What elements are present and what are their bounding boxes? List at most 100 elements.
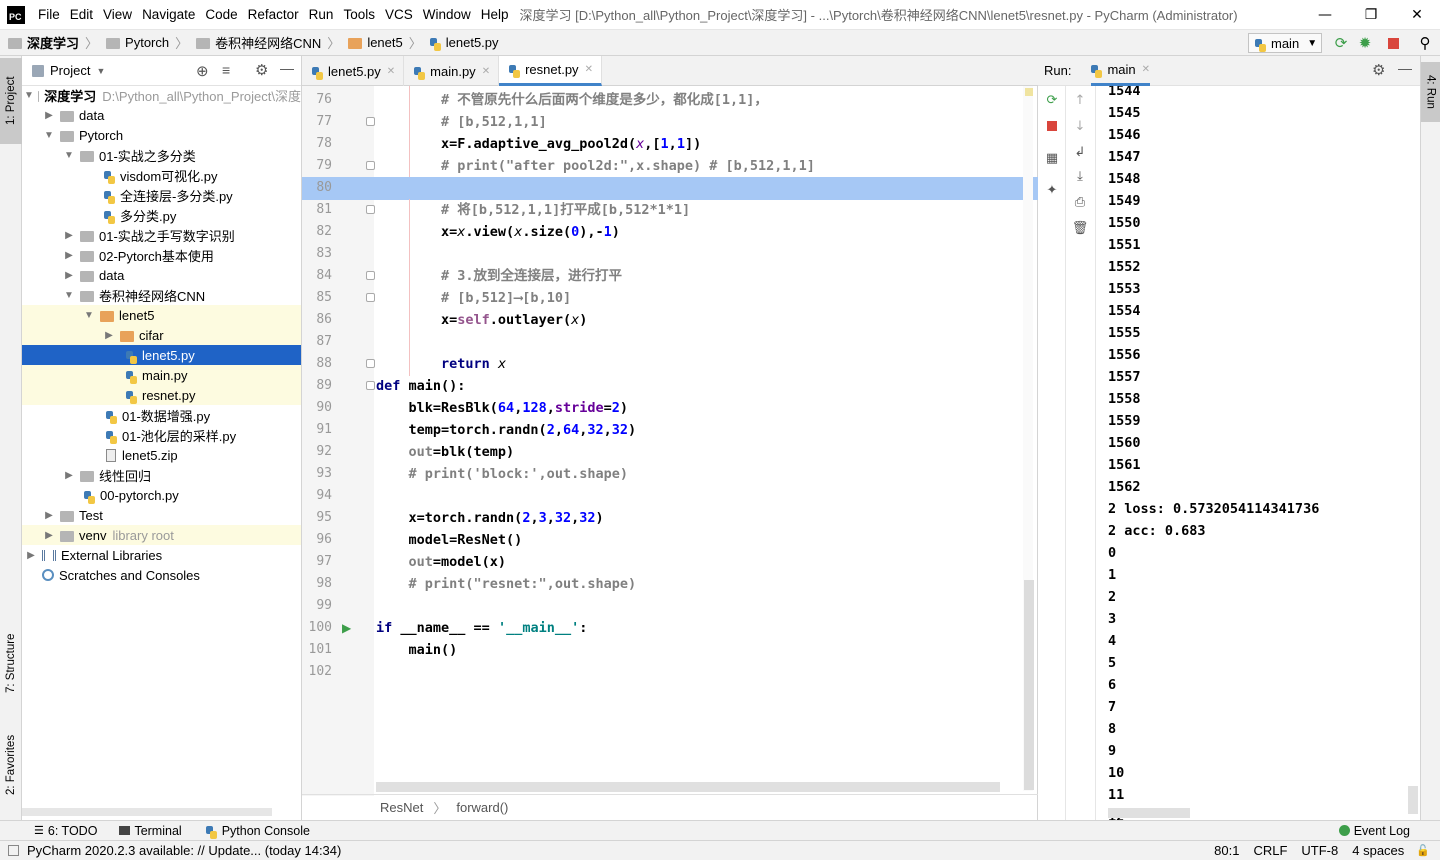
horizontal-scrollbar[interactable]: [1108, 808, 1190, 818]
tree-item-resnet-py[interactable]: resnet.py: [22, 385, 301, 405]
close-icon[interactable]: ✕: [482, 66, 490, 77]
tree-item-folder[interactable]: ▶ 线性回归: [22, 465, 301, 485]
todo-tab[interactable]: ☰ 6: TODO: [34, 824, 97, 838]
fold-marker[interactable]: [366, 381, 375, 390]
tree-item-test[interactable]: ▶ Test: [22, 505, 301, 525]
file-encoding[interactable]: UTF-8: [1301, 843, 1338, 858]
arrow-down-icon[interactable]: ↓: [1072, 118, 1088, 134]
tree-item-multiclass[interactable]: ▼ 01-实战之多分类: [22, 145, 301, 165]
vertical-scrollbar[interactable]: [1024, 580, 1034, 790]
breadcrumb-class[interactable]: ResNet: [380, 800, 423, 815]
tab-resnet-py[interactable]: resnet.py ✕: [499, 56, 602, 86]
tree-item-file[interactable]: 01-池化层的采样.py: [22, 425, 301, 445]
debug-icon[interactable]: ✹: [1356, 34, 1374, 52]
tree-item-project-root[interactable]: ▼ 深度学习 D:\Python_all\Python_Project\深度: [22, 85, 301, 105]
tree-item-data[interactable]: ▶ data: [22, 105, 301, 125]
structure-tool-tab[interactable]: 7: Structure: [0, 622, 22, 704]
tree-item-scratches[interactable]: Scratches and Consoles: [22, 565, 301, 585]
tree-item-external-libraries[interactable]: ▶ External Libraries: [22, 545, 301, 565]
menu-window[interactable]: Window: [418, 7, 476, 22]
tree-item-folder[interactable]: ▶ data: [22, 265, 301, 285]
menu-tools[interactable]: Tools: [338, 7, 380, 22]
restore-icon[interactable]: ❐: [1348, 0, 1394, 30]
arrow-up-icon[interactable]: ↑: [1072, 92, 1088, 108]
rerun-icon[interactable]: ⟳: [1332, 34, 1350, 52]
stop-icon[interactable]: [1044, 118, 1060, 134]
fold-marker[interactable]: [366, 205, 375, 214]
vertical-scrollbar[interactable]: [1408, 786, 1418, 814]
tree-item-lenet5[interactable]: ▼ lenet5: [22, 305, 301, 325]
chevron-down-icon[interactable]: ▼: [96, 66, 105, 76]
menu-help[interactable]: Help: [476, 7, 514, 22]
tree-item-folder[interactable]: ▶ 02-Pytorch基本使用: [22, 245, 301, 265]
lock-icon[interactable]: 🔓: [1416, 844, 1430, 857]
crumb-pytorch[interactable]: Pytorch 〉: [106, 33, 188, 52]
tree-item-file[interactable]: visdom可视化.py: [22, 165, 301, 185]
menu-refactor[interactable]: Refactor: [243, 7, 304, 22]
python-console-tab[interactable]: Python Console: [205, 824, 310, 839]
hide-icon[interactable]: —: [280, 60, 294, 76]
tree-item-cnn[interactable]: ▼ 卷积神经网络CNN: [22, 285, 301, 305]
fold-marker[interactable]: [366, 359, 375, 368]
crumb-root[interactable]: 深度学习 〉: [8, 33, 98, 52]
soft-wrap-icon[interactable]: ↲: [1072, 144, 1088, 160]
menu-code[interactable]: Code: [200, 7, 242, 22]
close-icon[interactable]: ✕: [585, 64, 593, 75]
horizontal-scrollbar[interactable]: [376, 782, 1000, 792]
menu-edit[interactable]: Edit: [65, 7, 98, 22]
fold-marker[interactable]: [366, 161, 375, 170]
project-tool-tab[interactable]: 1: Project: [0, 58, 22, 144]
locate-icon[interactable]: ⊕: [196, 62, 209, 80]
menu-vcs[interactable]: VCS: [380, 7, 418, 22]
tree-item-cifar[interactable]: ▶ cifar: [22, 325, 301, 345]
tree-item-file[interactable]: 00-pytorch.py: [22, 485, 301, 505]
layout-icon[interactable]: ▦: [1044, 150, 1060, 166]
scroll-to-end-icon[interactable]: ⤓: [1072, 168, 1088, 184]
menu-view[interactable]: View: [98, 7, 137, 22]
collapse-all-icon[interactable]: ≡: [222, 62, 230, 78]
tree-item-zip[interactable]: lenet5.zip: [22, 445, 301, 465]
indent-setting[interactable]: 4 spaces: [1352, 843, 1404, 858]
line-separator[interactable]: CRLF: [1253, 843, 1287, 858]
toggle-tool-windows-icon[interactable]: [8, 845, 19, 856]
status-message[interactable]: PyCharm 2020.2.3 available: // Update...…: [27, 843, 341, 858]
search-icon[interactable]: ⚲: [1416, 34, 1434, 52]
tree-item-lenet5-py[interactable]: lenet5.py: [22, 345, 301, 365]
crumb-file[interactable]: lenet5.py: [429, 35, 499, 51]
hide-icon[interactable]: —: [1398, 60, 1412, 76]
tree-item-main-py[interactable]: main.py: [22, 365, 301, 385]
rerun-icon[interactable]: ⟳: [1044, 92, 1060, 108]
minimize-icon[interactable]: —: [1302, 0, 1348, 30]
trash-icon[interactable]: 🗑: [1072, 220, 1089, 236]
project-panel-title[interactable]: Project: [50, 63, 90, 78]
crumb-cnn[interactable]: 卷积神经网络CNN 〉: [196, 33, 340, 52]
gear-icon[interactable]: ⚙: [1372, 61, 1385, 79]
tree-item-pytorch[interactable]: ▼ Pytorch: [22, 125, 301, 145]
stop-icon[interactable]: [1384, 34, 1402, 52]
tab-main-py[interactable]: main.py ✕: [404, 56, 500, 86]
tree-item-folder[interactable]: ▶ 01-实战之手写数字识别: [22, 225, 301, 245]
menu-navigate[interactable]: Navigate: [137, 7, 200, 22]
run-tab-main[interactable]: main ✕: [1091, 56, 1151, 86]
run-configuration-select[interactable]: main ▼: [1248, 33, 1322, 53]
breadcrumb-method[interactable]: forward(): [456, 800, 508, 815]
code-editor[interactable]: lenet5.py ✕ main.py ✕ resnet.py ✕ 76 77 78 …: [302, 56, 1038, 820]
event-log-tab[interactable]: Event Log: [1338, 824, 1410, 838]
menu-run[interactable]: Run: [304, 7, 339, 22]
gear-icon[interactable]: ⚙: [255, 61, 268, 79]
run-gutter-icon[interactable]: ▶: [342, 621, 351, 635]
tree-item-file[interactable]: 01-数据增强.py: [22, 405, 301, 425]
fold-marker[interactable]: [366, 271, 375, 280]
tree-item-venv[interactable]: ▶ venv library root: [22, 525, 301, 545]
fold-marker[interactable]: [366, 293, 375, 302]
horizontal-scrollbar[interactable]: [22, 808, 272, 816]
favorites-tool-tab[interactable]: 2: Favorites: [0, 720, 22, 810]
tree-item-file[interactable]: 全连接层-多分类.py: [22, 185, 301, 205]
tree-item-file[interactable]: 多分类.py: [22, 205, 301, 225]
console-output[interactable]: 1544 1545 1546 1547 1548 1549 1550 1551 …: [1096, 86, 1420, 820]
close-icon[interactable]: ✕: [1142, 64, 1150, 75]
pin-icon[interactable]: ✦: [1044, 182, 1060, 198]
menu-file[interactable]: File: [33, 7, 65, 22]
close-icon[interactable]: ✕: [1394, 0, 1440, 30]
tab-lenet5-py[interactable]: lenet5.py ✕: [302, 56, 405, 86]
